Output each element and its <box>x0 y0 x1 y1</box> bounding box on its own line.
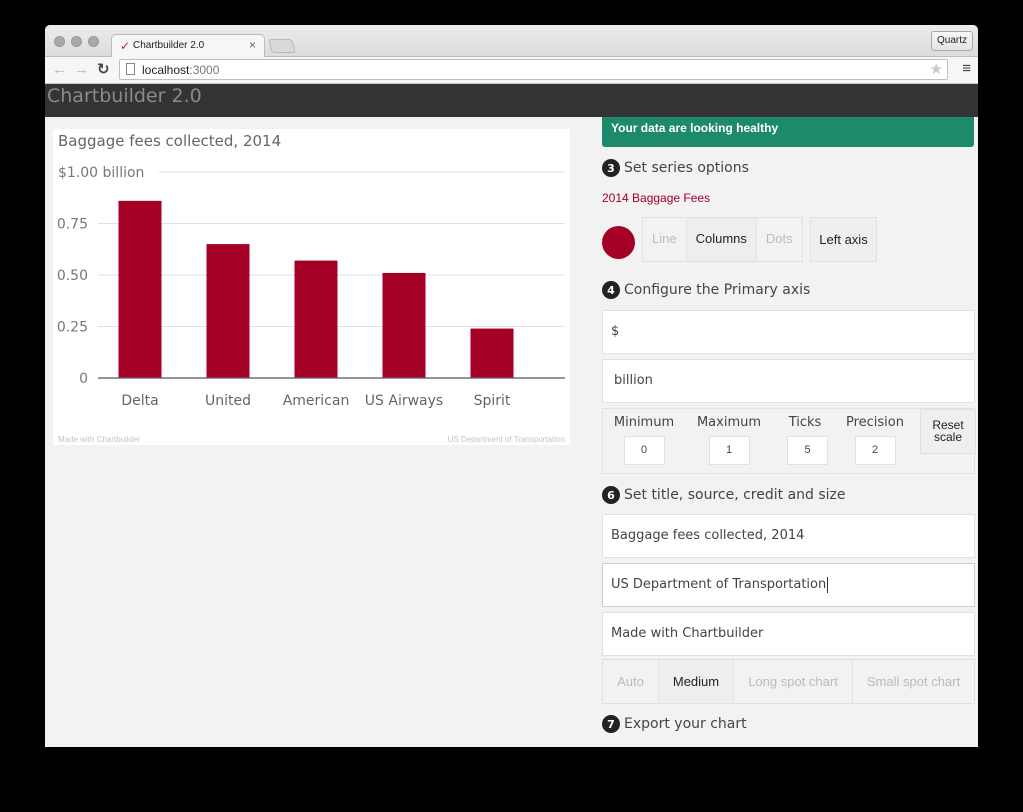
left-axis-button[interactable]: Left axis <box>810 217 877 262</box>
tab-strip: ✓ Chartbuilder 2.0 × Quartz <box>45 25 978 58</box>
step-number-badge: 6 <box>602 486 620 504</box>
page-icon <box>126 63 135 75</box>
reload-icon[interactable]: ↻ <box>97 61 110 79</box>
step-label: Export your chart <box>624 716 747 732</box>
y-tick-label: 0.50 <box>57 268 88 284</box>
series-name: 2014 Baggage Fees <box>602 191 711 205</box>
chart-title-input[interactable]: Baggage fees collected, 2014 <box>602 514 975 558</box>
bar-us-airways <box>382 272 426 378</box>
size-long-spot-button[interactable]: Long spot chart <box>734 660 853 703</box>
step-label: Set title, source, credit and size <box>624 487 846 503</box>
forward-arrow-icon[interactable]: → <box>74 61 89 79</box>
back-arrow-icon[interactable]: ← <box>52 61 67 79</box>
app-title: Chartbuilder 2.0 <box>47 85 202 107</box>
minimize-window-button[interactable] <box>71 36 82 47</box>
text-caret <box>827 576 829 593</box>
y-tick-label: $1.00 billion <box>58 165 144 181</box>
source-value: US Department of Transportation <box>611 577 827 592</box>
step-export-heading: 7 Export your chart <box>602 715 747 733</box>
chart-preview: Baggage fees collected, 2014 0 0.25 0.50 0.… <box>53 129 570 445</box>
size-auto-button[interactable]: Auto <box>603 660 659 703</box>
chart-source-input[interactable]: US Department of Transportation <box>602 563 975 607</box>
minimum-input[interactable]: 0 <box>623 436 665 465</box>
step-series-options-heading: 3 Set series options <box>602 159 749 177</box>
series-type-toggle: Line Columns Dots <box>642 217 803 262</box>
precision-control: Precision 2 <box>844 415 906 465</box>
step-number-badge: 4 <box>602 281 620 299</box>
x-tick-label: United <box>205 393 251 409</box>
profile-button[interactable]: Quartz <box>930 31 973 51</box>
data-health-alert: Your data are looking healthy <box>602 117 974 147</box>
bar-delta <box>118 200 162 378</box>
step-label: Configure the Primary axis <box>624 282 811 298</box>
chart-size-toggle: Auto Medium Long spot chart Small spot c… <box>602 659 975 704</box>
app-header: Chartbuilder 2.0 <box>45 84 978 117</box>
step-title-source-heading: 6 Set title, source, credit and size <box>602 486 846 504</box>
ticks-control: Ticks 5 <box>781 415 829 465</box>
url-text: localhost:3000 <box>142 63 220 77</box>
x-tick-label: Delta <box>121 393 158 409</box>
maximum-label: Maximum <box>696 415 762 430</box>
step-label: Set series options <box>624 160 749 176</box>
bar-united <box>206 244 250 378</box>
bar-american <box>294 260 338 378</box>
size-medium-button[interactable]: Medium <box>659 660 734 703</box>
browser-window: ✓ Chartbuilder 2.0 × Quartz ← → ↻ localh… <box>45 25 978 747</box>
type-line-button[interactable]: Line <box>643 218 687 261</box>
step-number-badge: 7 <box>602 715 620 733</box>
chart-favicon-icon: ✓ <box>120 39 131 53</box>
new-tab-button[interactable] <box>268 39 296 53</box>
axis-suffix-input[interactable]: billion <box>602 359 975 403</box>
x-tick-label: American <box>283 393 350 409</box>
axis-prefix-input[interactable]: $ <box>602 310 975 354</box>
y-tick-label: 0 <box>79 371 88 387</box>
chart-source: US Department of Transportation <box>447 435 565 444</box>
type-columns-button[interactable]: Columns <box>686 218 757 261</box>
ticks-label: Ticks <box>788 415 822 430</box>
size-small-spot-button[interactable]: Small spot chart <box>853 660 974 703</box>
chart-credit: Made with Chartbuilder <box>58 435 141 444</box>
minimum-control: Minimum 0 <box>613 415 675 465</box>
tab-close-icon[interactable]: × <box>249 38 256 52</box>
precision-label: Precision <box>845 415 904 430</box>
chart-credit-input[interactable]: Made with Chartbuilder <box>602 612 975 656</box>
x-tick-label: Spirit <box>474 393 511 409</box>
browser-toolbar: ← → ↻ localhost:3000 ★ ≡ <box>45 57 978 84</box>
bookmark-star-icon[interactable]: ★ <box>930 60 943 78</box>
ticks-input[interactable]: 5 <box>787 436 828 465</box>
close-window-button[interactable] <box>54 36 65 47</box>
y-tick-label: 0.75 <box>57 217 88 233</box>
step-number-badge: 3 <box>602 159 620 177</box>
address-bar[interactable]: localhost:3000 ★ <box>119 59 948 80</box>
scale-settings: Minimum 0 Maximum 1 Ticks 5 Precision 2 … <box>602 408 976 474</box>
bar-chart: 0 0.25 0.50 0.75 $1.00 billion Delta United Ame… <box>57 165 565 409</box>
reset-scale-button[interactable]: Reset scale <box>920 409 976 454</box>
browser-tab[interactable]: ✓ Chartbuilder 2.0 × <box>111 34 265 58</box>
reset-label-line2: scale <box>933 430 962 444</box>
series-color-swatch[interactable] <box>602 226 635 259</box>
type-dots-button[interactable]: Dots <box>757 218 802 261</box>
precision-input[interactable]: 2 <box>854 436 896 465</box>
x-tick-label: US Airways <box>365 393 443 409</box>
maximum-input[interactable]: 1 <box>708 436 750 465</box>
minimum-label: Minimum <box>613 415 675 430</box>
zoom-window-button[interactable] <box>88 36 99 47</box>
step-primary-axis-heading: 4 Configure the Primary axis <box>602 281 810 299</box>
tab-title: Chartbuilder 2.0 <box>133 40 205 51</box>
maximum-control: Maximum 1 <box>696 415 762 465</box>
y-tick-label: 0.25 <box>57 320 88 336</box>
bar-spirit <box>470 328 514 378</box>
hamburger-menu-icon[interactable]: ≡ <box>962 60 971 78</box>
